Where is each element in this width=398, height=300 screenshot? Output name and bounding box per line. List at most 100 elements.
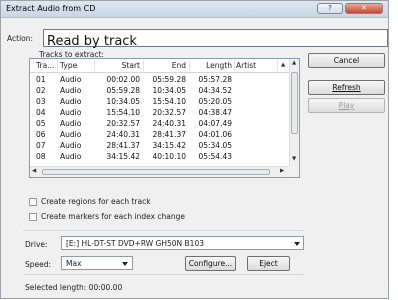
table-row[interactable]: 04 Audio 15:54.10 20:32.57 04:38.47 xyxy=(30,107,289,118)
vertical-scroll-thumb[interactable] xyxy=(291,72,298,134)
track-start: 24:40.31 xyxy=(106,130,140,139)
table-row[interactable]: 06 Audio 24:40.31 28:41.37 04:01.06 xyxy=(30,129,289,140)
track-start: 20:32.57 xyxy=(106,119,140,128)
track-number: 05 xyxy=(36,119,46,128)
track-number: 08 xyxy=(36,152,46,161)
track-end: 15:54.10 xyxy=(152,97,186,106)
cancel-button[interactable]: Cancel xyxy=(308,53,385,68)
scroll-left-icon[interactable]: ◀ xyxy=(32,168,36,175)
track-end: 40:10.10 xyxy=(152,152,186,161)
track-type: Audio xyxy=(60,97,82,106)
track-start: 05:59.28 xyxy=(106,86,140,95)
track-start: 15:54.10 xyxy=(106,108,140,117)
table-row[interactable]: 08 Audio 34:15.42 40:10.10 05:54.43 xyxy=(30,151,289,162)
track-length: 04:34.52 xyxy=(198,86,232,95)
title-bar: Extract Audio from CD ? ✕ xyxy=(1,1,388,18)
horizontal-scroll-thumb[interactable] xyxy=(42,169,270,175)
create-markers-label: Create markers for each index change xyxy=(41,212,186,221)
table-row[interactable]: 07 Audio 28:41.37 34:15.42 05:34.05 xyxy=(30,140,289,151)
tracks-header: Tra... Type Start End Length Artist ▲ xyxy=(30,59,289,73)
track-start: 10:34.05 xyxy=(106,97,140,106)
scroll-up-icon[interactable]: ▲ xyxy=(292,60,296,67)
play-button[interactable]: Play xyxy=(308,98,385,113)
table-row[interactable]: 02 Audio 05:59.28 10:34.05 04:34.52 xyxy=(30,85,289,96)
track-number: 02 xyxy=(36,86,46,95)
table-row[interactable]: 05 Audio 20:32.57 24:40.31 04:07.49 xyxy=(30,118,289,129)
drive-dropdown[interactable]: [E:] HL-DT-ST DVD+RW GH50N B103 xyxy=(61,236,304,250)
scroll-right-icon[interactable]: ▶ xyxy=(280,168,284,175)
chevron-down-icon xyxy=(294,242,300,246)
drive-label: Drive: xyxy=(25,240,48,249)
tracks-list[interactable]: Tra... Type Start End Length Artist ▲ 01… xyxy=(29,58,300,178)
track-number: 03 xyxy=(36,97,46,106)
create-regions-checkbox[interactable] xyxy=(29,198,37,206)
track-end: 05:59.28 xyxy=(152,75,186,84)
track-type: Audio xyxy=(60,141,82,150)
horizontal-scrollbar[interactable]: ◀ ▶ xyxy=(30,166,289,177)
speed-value: Max xyxy=(66,259,82,268)
divider xyxy=(23,230,303,231)
track-number: 06 xyxy=(36,130,46,139)
track-type: Audio xyxy=(60,86,82,95)
track-length: 05:20.05 xyxy=(198,97,232,106)
divider xyxy=(23,274,303,275)
col-start[interactable]: Start xyxy=(96,61,140,70)
track-number: 01 xyxy=(36,75,46,84)
track-type: Audio xyxy=(60,119,82,128)
eject-button[interactable]: Eject xyxy=(247,256,290,271)
action-value: Read by track xyxy=(47,34,137,49)
cancel-button-label: Cancel xyxy=(333,56,360,65)
help-icon: ? xyxy=(328,4,332,12)
vertical-scrollbar[interactable]: ▲ ▼ xyxy=(289,59,299,166)
speed-dropdown[interactable]: Max xyxy=(61,256,133,270)
track-length: 04:01.06 xyxy=(198,130,232,139)
track-start: 00:02.00 xyxy=(106,75,140,84)
track-length: 05:57.28 xyxy=(198,75,232,84)
chevron-down-icon xyxy=(122,262,128,266)
track-start: 34:15.42 xyxy=(106,152,140,161)
play-button-label: Play xyxy=(338,101,355,110)
help-button[interactable]: ? xyxy=(317,3,343,14)
table-row[interactable]: 01 Audio 00:02.00 05:59.28 05:57.28 xyxy=(30,74,289,85)
action-label: Action: xyxy=(7,34,34,43)
col-track[interactable]: Tra... xyxy=(36,61,54,70)
track-length: 04:07.49 xyxy=(198,119,232,128)
track-end: 20:32.57 xyxy=(152,108,186,117)
scroll-down-icon[interactable]: ▼ xyxy=(292,156,296,163)
scroll-corner xyxy=(289,166,299,177)
track-end: 34:15.42 xyxy=(152,141,186,150)
track-number: 04 xyxy=(36,108,46,117)
track-length: 05:34.05 xyxy=(198,141,232,150)
refresh-button[interactable]: Refresh xyxy=(308,80,385,95)
track-length: 04:38.47 xyxy=(198,108,232,117)
refresh-button-label: Refresh xyxy=(332,83,361,92)
create-regions-label: Create regions for each track xyxy=(41,197,151,206)
drive-value: [E:] HL-DT-ST DVD+RW GH50N B103 xyxy=(66,239,204,248)
table-row[interactable]: 03 Audio 10:34.05 15:54.10 05:20.05 xyxy=(30,96,289,107)
selected-length: Selected length: 00:00.00 xyxy=(25,283,123,292)
track-end: 10:34.05 xyxy=(152,86,186,95)
sort-up-icon: ▲ xyxy=(281,62,286,68)
col-type[interactable]: Type xyxy=(60,61,77,70)
track-number: 07 xyxy=(36,141,46,150)
close-button[interactable]: ✕ xyxy=(345,3,383,14)
track-type: Audio xyxy=(60,75,82,84)
col-end[interactable]: End xyxy=(145,61,186,70)
dialog-title: Extract Audio from CD xyxy=(6,4,96,13)
create-markers-checkbox[interactable] xyxy=(29,213,37,221)
extract-audio-dialog: Extract Audio from CD ? ✕ Action: Read b… xyxy=(0,0,389,299)
col-artist[interactable]: Artist xyxy=(236,61,256,70)
eject-button-label: Eject xyxy=(259,259,278,268)
track-type: Audio xyxy=(60,130,82,139)
configure-button-label: Configure... xyxy=(188,259,233,268)
speed-label: Speed: xyxy=(25,260,52,269)
track-type: Audio xyxy=(60,152,82,161)
track-length: 05:54.43 xyxy=(198,152,232,161)
col-length[interactable]: Length xyxy=(191,61,232,70)
close-icon: ✕ xyxy=(361,4,367,12)
track-end: 28:41.37 xyxy=(152,130,186,139)
track-end: 24:40.31 xyxy=(152,119,186,128)
track-start: 28:41.37 xyxy=(106,141,140,150)
track-type: Audio xyxy=(60,108,82,117)
configure-button[interactable]: Configure... xyxy=(185,256,236,271)
